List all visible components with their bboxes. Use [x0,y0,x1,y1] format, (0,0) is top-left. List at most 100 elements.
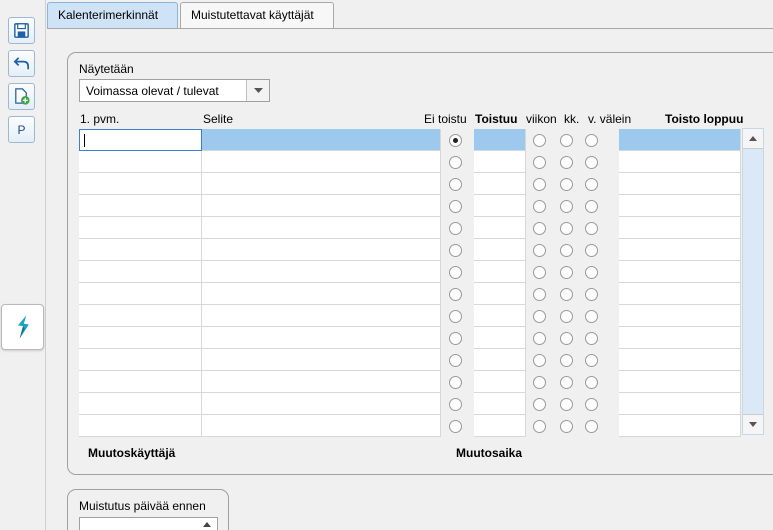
date-cell[interactable] [79,129,202,151]
interval-radio[interactable] [585,332,598,345]
date-cell[interactable] [79,415,202,437]
no-repeat-radio[interactable] [449,332,462,345]
date-cell[interactable] [79,261,202,283]
scroll-up-button[interactable] [743,129,763,149]
week-radio[interactable] [533,376,546,389]
repeats-cell[interactable] [474,195,526,217]
month-radio[interactable] [560,420,573,433]
month-radio[interactable] [560,354,573,367]
description-cell[interactable] [202,305,441,327]
repeats-cell[interactable] [474,327,526,349]
description-cell[interactable] [202,151,441,173]
week-radio[interactable] [533,420,546,433]
description-cell[interactable] [202,371,441,393]
description-cell[interactable] [202,327,441,349]
month-radio[interactable] [560,310,573,323]
week-radio[interactable] [533,134,546,147]
description-cell[interactable] [202,129,441,151]
description-cell[interactable] [202,261,441,283]
filter-dropdown[interactable]: Voimassa olevat / tulevat [79,79,270,102]
date-cell[interactable] [79,371,202,393]
repeat-end-cell[interactable] [619,327,741,349]
date-cell[interactable] [79,151,202,173]
date-cell[interactable] [79,195,202,217]
no-repeat-radio[interactable] [449,178,462,191]
repeats-cell[interactable] [474,129,526,151]
repeat-end-cell[interactable] [619,129,741,151]
description-cell[interactable] [202,217,441,239]
repeat-end-cell[interactable] [619,173,741,195]
interval-radio[interactable] [585,288,598,301]
repeat-end-cell[interactable] [619,305,741,327]
week-radio[interactable] [533,200,546,213]
week-radio[interactable] [533,178,546,191]
date-cell[interactable] [79,349,202,371]
repeats-cell[interactable] [474,349,526,371]
repeats-cell[interactable] [474,239,526,261]
repeat-end-cell[interactable] [619,239,741,261]
month-radio[interactable] [560,178,573,191]
tab-muistutettavat-kayttajat[interactable]: Muistutettavat käyttäjät [180,2,334,28]
interval-radio[interactable] [585,354,598,367]
repeats-cell[interactable] [474,283,526,305]
date-cell[interactable] [79,239,202,261]
interval-radio[interactable] [585,222,598,235]
month-radio[interactable] [560,398,573,411]
month-radio[interactable] [560,288,573,301]
no-repeat-radio[interactable] [449,354,462,367]
description-cell[interactable] [202,283,441,305]
app-logo-button[interactable] [1,304,44,350]
month-radio[interactable] [560,376,573,389]
interval-radio[interactable] [585,178,598,191]
repeat-end-cell[interactable] [619,283,741,305]
repeat-end-cell[interactable] [619,151,741,173]
repeat-end-cell[interactable] [619,261,741,283]
interval-radio[interactable] [585,156,598,169]
undo-button[interactable] [8,50,35,77]
interval-radio[interactable] [585,376,598,389]
date-cell[interactable] [79,305,202,327]
interval-radio[interactable] [585,134,598,147]
repeats-cell[interactable] [474,151,526,173]
repeat-end-cell[interactable] [619,349,741,371]
date-cell[interactable] [79,283,202,305]
date-cell[interactable] [79,217,202,239]
description-cell[interactable] [202,415,441,437]
repeats-cell[interactable] [474,305,526,327]
reminder-days-input[interactable] [79,517,218,530]
month-radio[interactable] [560,332,573,345]
week-radio[interactable] [533,288,546,301]
repeat-end-cell[interactable] [619,393,741,415]
repeat-end-cell[interactable] [619,195,741,217]
month-radio[interactable] [560,266,573,279]
month-radio[interactable] [560,134,573,147]
p-button[interactable]: P [8,116,35,143]
month-radio[interactable] [560,244,573,257]
no-repeat-radio[interactable] [449,222,462,235]
week-radio[interactable] [533,332,546,345]
no-repeat-radio[interactable] [449,134,462,147]
description-cell[interactable] [202,393,441,415]
no-repeat-radio[interactable] [449,288,462,301]
interval-radio[interactable] [585,398,598,411]
month-radio[interactable] [560,200,573,213]
repeat-end-cell[interactable] [619,371,741,393]
repeats-cell[interactable] [474,371,526,393]
repeats-cell[interactable] [474,261,526,283]
no-repeat-radio[interactable] [449,376,462,389]
interval-radio[interactable] [585,310,598,323]
date-cell[interactable] [79,327,202,349]
no-repeat-radio[interactable] [449,420,462,433]
date-cell[interactable] [79,393,202,415]
week-radio[interactable] [533,354,546,367]
date-cell[interactable] [79,173,202,195]
repeats-cell[interactable] [474,217,526,239]
week-radio[interactable] [533,398,546,411]
scroll-down-button[interactable] [743,414,763,434]
description-cell[interactable] [202,349,441,371]
spin-up-button[interactable] [197,518,217,530]
month-radio[interactable] [560,222,573,235]
no-repeat-radio[interactable] [449,244,462,257]
tab-kalenterimerkinnat[interactable]: Kalenterimerkinnät [47,2,178,28]
no-repeat-radio[interactable] [449,200,462,213]
